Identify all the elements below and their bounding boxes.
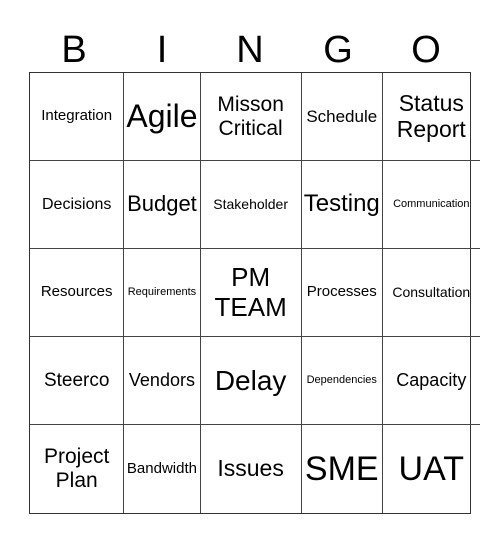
- bingo-cell[interactable]: Agile: [124, 73, 201, 161]
- bingo-cell[interactable]: Requirements: [124, 249, 201, 337]
- bingo-cell[interactable]: Schedule: [301, 73, 383, 161]
- bingo-cell[interactable]: UAT: [383, 425, 480, 513]
- bingo-cell[interactable]: Testing: [301, 161, 383, 249]
- header-letter-g: G: [323, 29, 353, 71]
- header-letter-b: B: [61, 29, 87, 71]
- bingo-cell[interactable]: Decisions: [30, 161, 125, 249]
- bingo-cell[interactable]: Resources: [30, 249, 125, 337]
- bingo-cell[interactable]: Misson Critical: [200, 73, 302, 161]
- bingo-cell[interactable]: Dependencies: [301, 337, 383, 425]
- bingo-header: B I N G O: [30, 28, 470, 72]
- bingo-cell[interactable]: Communication: [382, 161, 480, 249]
- bingo-cell[interactable]: Consultation: [382, 249, 480, 337]
- bingo-cell[interactable]: Delay: [200, 337, 302, 425]
- bingo-cell[interactable]: Project Plan: [30, 425, 125, 513]
- bingo-cell[interactable]: Budget: [124, 161, 201, 249]
- header-letter-i: I: [156, 29, 168, 71]
- bingo-cell[interactable]: Vendors: [124, 337, 201, 425]
- bingo-cell[interactable]: Stakeholder: [200, 161, 302, 249]
- header-letter-o: O: [411, 29, 441, 71]
- bingo-cell[interactable]: Bandwidth: [124, 425, 201, 513]
- bingo-cell[interactable]: PM TEAM: [200, 249, 302, 337]
- bingo-cell[interactable]: Issues: [201, 425, 302, 513]
- bingo-cell[interactable]: Steerco: [30, 337, 125, 425]
- bingo-cell[interactable]: SME: [302, 425, 383, 513]
- header-letter-n: N: [236, 29, 264, 71]
- bingo-cell[interactable]: Capacity: [382, 337, 480, 425]
- bingo-cell[interactable]: Processes: [301, 249, 383, 337]
- bingo-grid: Integration Agile Misson Critical Schedule S…: [29, 72, 480, 514]
- bingo-cell[interactable]: Status Report: [382, 73, 480, 161]
- bingo-cell[interactable]: Integration: [30, 73, 125, 161]
